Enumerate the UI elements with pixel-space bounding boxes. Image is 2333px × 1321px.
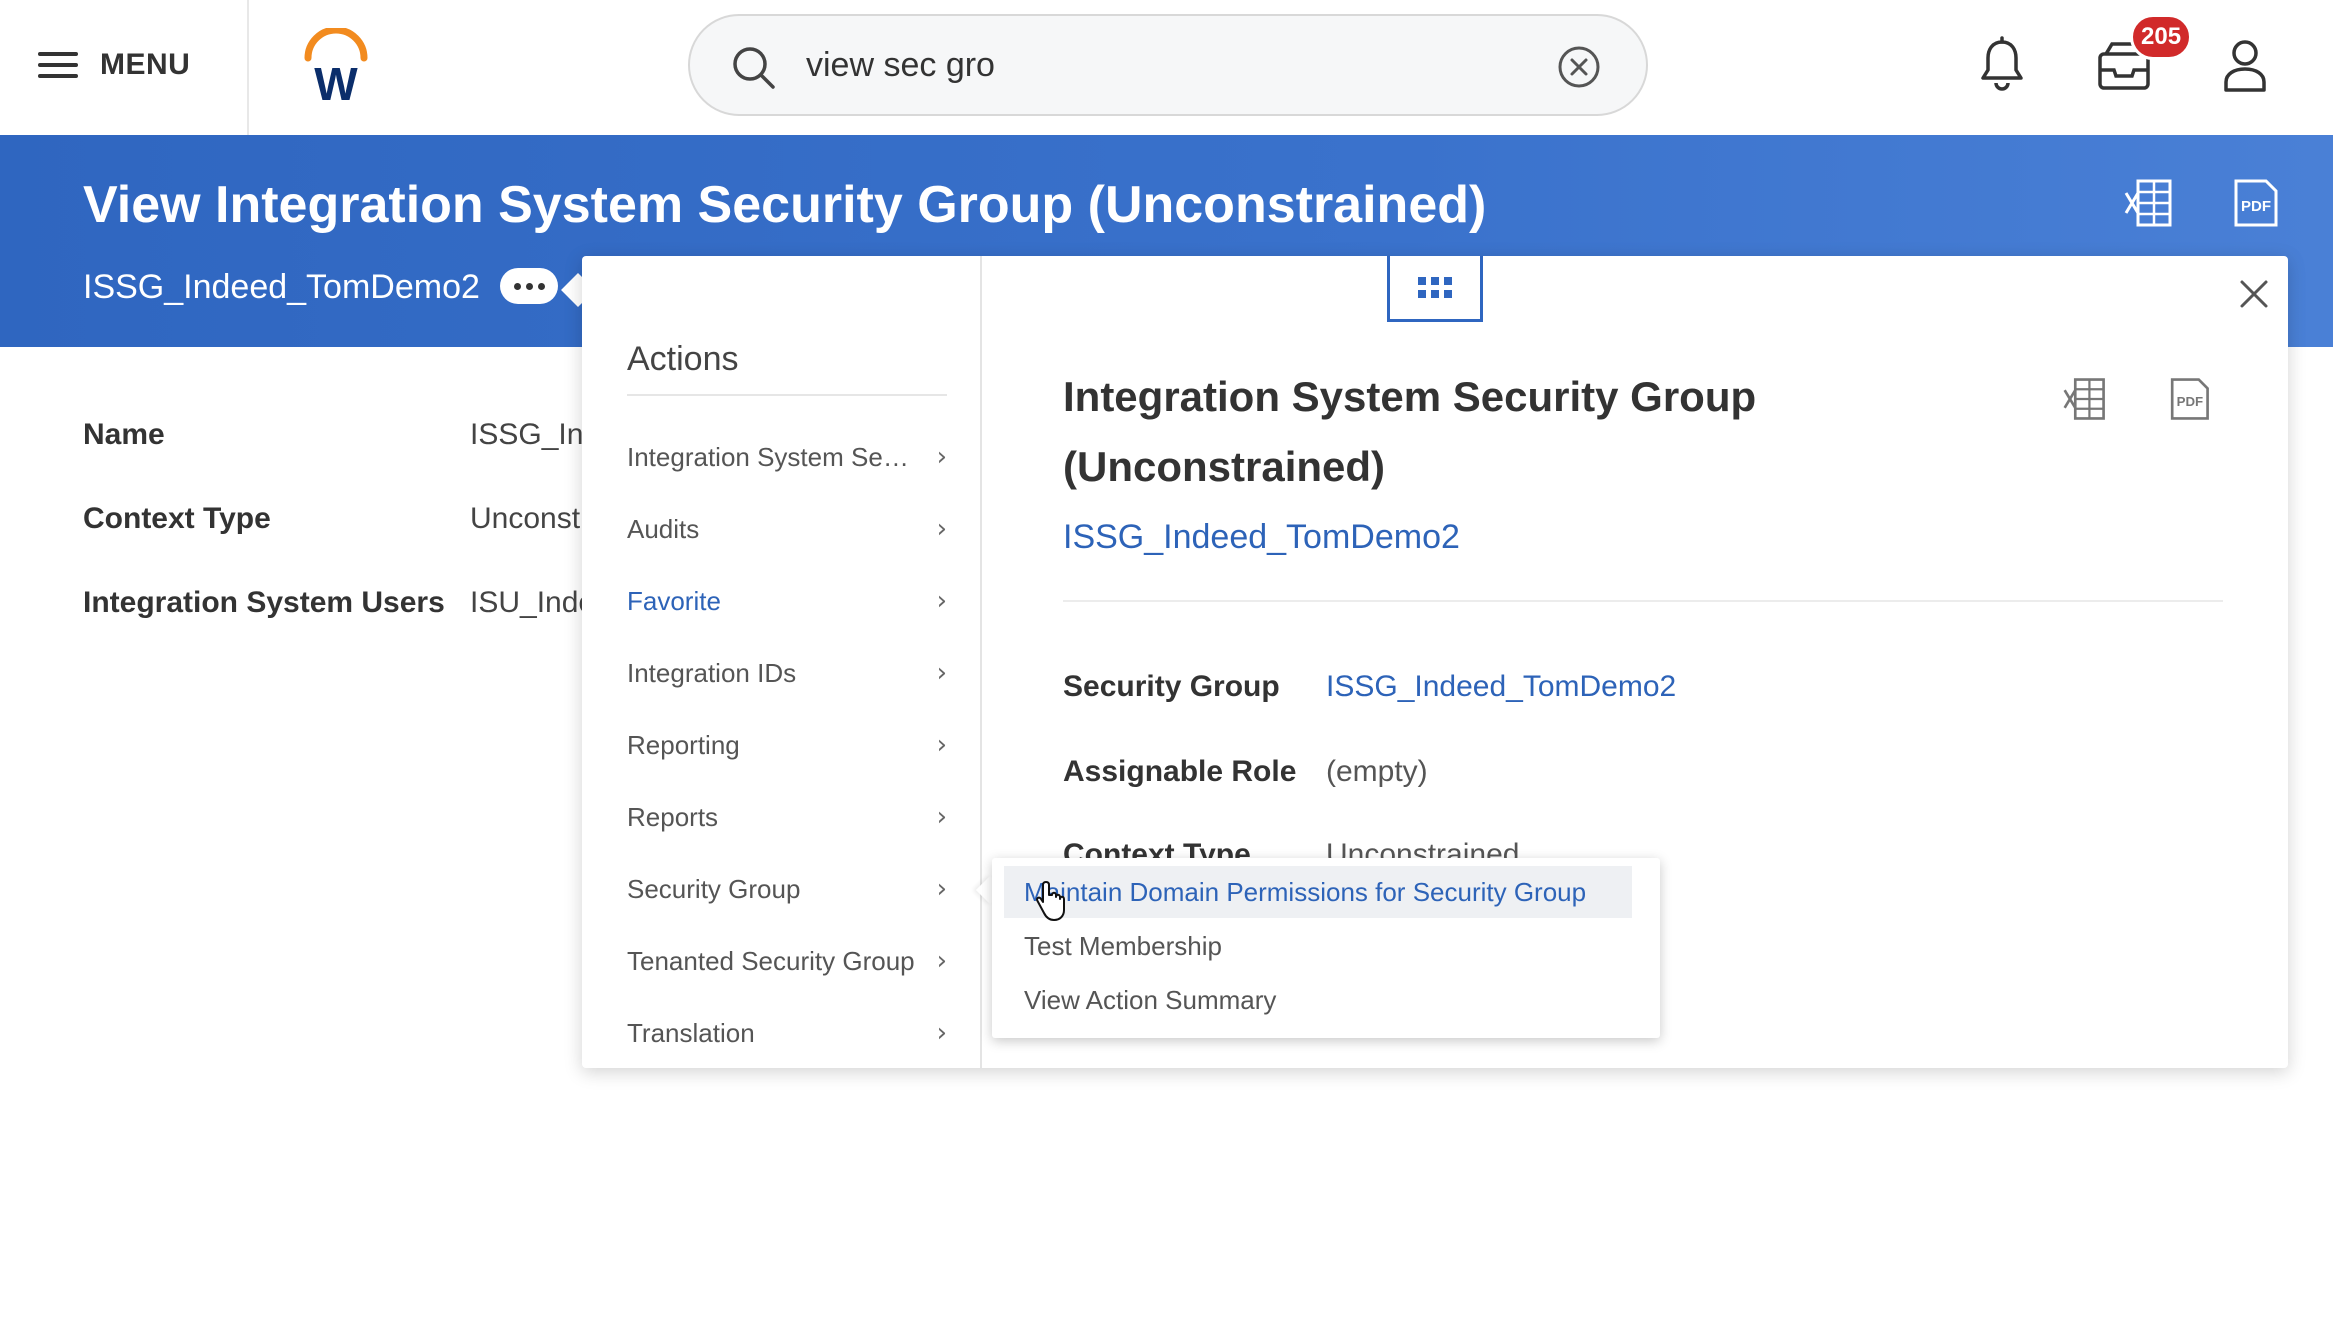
action-item-reports[interactable]: Reports › xyxy=(627,792,947,842)
action-item-label: Tenanted Security Group xyxy=(627,945,915,976)
search-bar[interactable]: view sec gro xyxy=(688,14,1648,116)
security-group-submenu: Maintain Domain Permissions for Security… xyxy=(992,858,1660,1038)
field-label-context-type: Context Type xyxy=(83,502,271,535)
search-input[interactable]: view sec gro xyxy=(806,46,995,85)
detail-label-assignable-role: Assignable Role xyxy=(1063,755,1297,788)
divider xyxy=(627,394,947,396)
logo-letter: W xyxy=(314,58,358,103)
chevron-right-icon: › xyxy=(936,1018,947,1048)
field-value-context-type: Unconstrained xyxy=(470,502,590,535)
chevron-right-icon: › xyxy=(936,874,947,904)
detail-object-link[interactable]: ISSG_Indeed_TomDemo2 xyxy=(1063,518,1460,557)
page-subtitle: ISSG_Indeed_TomDemo2 xyxy=(83,268,480,306)
action-item-label: Integration IDs xyxy=(627,657,797,688)
action-item-audits[interactable]: Audits › xyxy=(627,504,947,554)
top-bar: MENU W view sec gro 205 xyxy=(0,0,2333,135)
action-item-label: Security Group xyxy=(627,873,801,904)
action-item-tenanted-security-group[interactable]: Tenanted Security Group › xyxy=(627,936,947,986)
field-label-name: Name xyxy=(83,418,165,451)
detail-value-security-group[interactable]: ISSG_Indeed_TomDemo2 xyxy=(1326,670,1676,704)
search-icon xyxy=(733,47,775,89)
excel-icon[interactable] xyxy=(2062,376,2108,422)
chevron-right-icon: › xyxy=(936,442,947,472)
action-item-integration-ids[interactable]: Integration IDs › xyxy=(627,648,947,698)
user-icon[interactable] xyxy=(2222,38,2268,92)
submenu-item-maintain-domain-permissions[interactable]: Maintain Domain Permissions for Security… xyxy=(1004,866,1632,918)
pdf-icon[interactable]: PDF xyxy=(2166,376,2212,422)
field-value-integration-system-users[interactable]: ISU_Indeed xyxy=(470,586,590,620)
grid-icon[interactable] xyxy=(1387,256,1483,322)
notification-badge: 205 xyxy=(2130,14,2193,60)
submenu-item-view-action-summary[interactable]: View Action Summary xyxy=(1004,974,1632,1026)
action-item-reporting[interactable]: Reporting › xyxy=(627,720,947,770)
action-item-label: Translation xyxy=(627,1017,755,1048)
chevron-right-icon: › xyxy=(936,730,947,760)
svg-text:PDF: PDF xyxy=(2177,394,2204,409)
action-item-label: Reports xyxy=(627,801,719,832)
action-item-label: Audits xyxy=(627,513,700,544)
chevron-right-icon: › xyxy=(936,802,947,832)
divider xyxy=(1063,600,2223,602)
action-item-favorite[interactable]: Favorite › xyxy=(627,576,947,626)
excel-icon[interactable] xyxy=(2124,177,2174,229)
action-item-security-group[interactable]: Security Group › xyxy=(627,864,947,914)
divider xyxy=(247,0,249,135)
chevron-right-icon: › xyxy=(936,946,947,976)
action-item-label: Reporting xyxy=(627,729,740,760)
submenu-item-test-membership[interactable]: Test Membership xyxy=(1004,920,1632,972)
menu-button[interactable]: MENU xyxy=(38,44,190,86)
action-item-label: Integration System Sec... xyxy=(627,441,917,472)
pdf-icon[interactable]: PDF xyxy=(2230,177,2280,229)
close-icon[interactable] xyxy=(2236,276,2272,312)
field-value-name: ISSG_Indeed_TomDemo2 xyxy=(470,418,590,451)
field-label-integration-system-users: Integration System Users xyxy=(83,586,445,619)
hamburger-icon xyxy=(38,50,78,80)
svg-text:PDF: PDF xyxy=(2241,198,2271,215)
actions-menu: Actions Integration System Sec... › Audi… xyxy=(582,256,982,1068)
detail-label-security-group: Security Group xyxy=(1063,670,1280,703)
detail-value-assignable-role: (empty) xyxy=(1326,755,1428,788)
chevron-right-icon: › xyxy=(936,658,947,688)
page-title: View Integration System Security Group (… xyxy=(83,176,1487,234)
clear-icon[interactable] xyxy=(1556,44,1602,90)
detail-title: Integration System Security Group (Uncon… xyxy=(1063,373,1757,490)
chevron-right-icon: › xyxy=(936,586,947,616)
chevron-right-icon: › xyxy=(936,514,947,544)
menu-label: MENU xyxy=(100,48,191,81)
workday-logo[interactable]: W xyxy=(300,28,372,103)
action-item-translation[interactable]: Translation › xyxy=(627,1008,947,1058)
action-item-label: Favorite xyxy=(627,585,721,616)
bell-icon[interactable] xyxy=(1978,36,2026,92)
actions-title: Actions xyxy=(627,340,739,378)
more-icon[interactable] xyxy=(500,268,558,304)
action-item-integration-system-security-group[interactable]: Integration System Sec... › xyxy=(627,432,947,482)
